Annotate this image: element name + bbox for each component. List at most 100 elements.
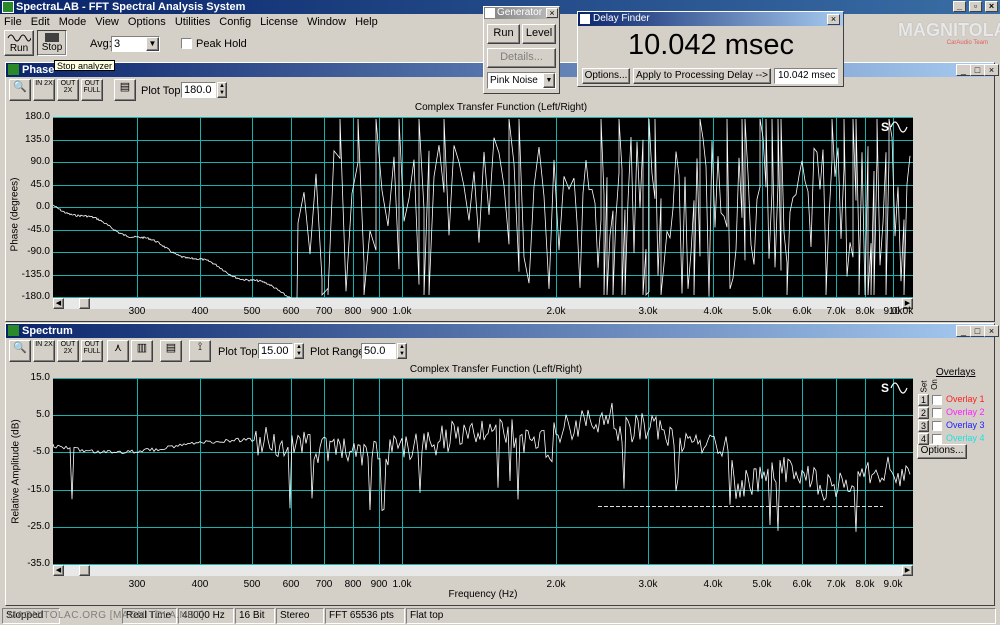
phase-x-tick: 400 [191, 306, 209, 317]
spectrum-zoom-out-icon[interactable]: OUT 2X [57, 340, 79, 362]
zoom-out-x-icon[interactable]: OUT 2X [57, 79, 79, 101]
delay-finder-close-button[interactable]: × [827, 14, 840, 25]
close-button[interactable]: × [985, 1, 998, 12]
phase-properties-icon[interactable]: ▤ [114, 79, 136, 101]
generator-close-button[interactable]: × [546, 8, 558, 18]
generator-level-label: Level [525, 27, 553, 39]
menu-utilities[interactable]: Utilities [175, 16, 210, 28]
noise-chevron-down-icon[interactable]: ▼ [543, 73, 555, 88]
watermark-main: MAGNITOLA [898, 20, 1000, 40]
menu-license[interactable]: License [260, 16, 298, 28]
scroll-left-icon[interactable]: ◀ [53, 298, 64, 309]
delay-finder-title-bar: Delay Finder [578, 12, 843, 26]
phase-minimize-button[interactable]: _ [956, 64, 971, 76]
zoom-full-icon[interactable]: OUT FULL [81, 79, 103, 101]
phase-trace [53, 118, 911, 298]
spectrum-zoom-icon[interactable]: 🔍 [9, 340, 31, 362]
phase-x-tick: 300 [128, 306, 146, 317]
spectrum-y-tick: 5.0 [36, 409, 50, 420]
overlay-on-checkbox[interactable] [932, 395, 942, 405]
spectrum-zoom-full-icon[interactable]: OUT FULL [81, 340, 103, 362]
overlay-on-checkbox[interactable] [932, 434, 942, 444]
generator-level-button[interactable]: Level [522, 24, 556, 44]
menu-options[interactable]: Options [128, 16, 166, 28]
plot-range-spinner[interactable]: ▲ ▼ [397, 343, 407, 359]
run-button[interactable]: Run [4, 30, 34, 56]
spectrum-minimize-button[interactable]: _ [956, 325, 971, 337]
phase-plot-top-label: Plot Top: [141, 85, 184, 97]
app-icon [2, 1, 14, 13]
phase-x-tick: 800 [344, 306, 362, 317]
spectrum-properties-icon[interactable]: ▤ [160, 340, 182, 362]
menu-file[interactable]: File [4, 16, 22, 28]
menu-edit[interactable]: Edit [31, 16, 50, 28]
overlay-set-button[interactable]: 2 [918, 407, 929, 419]
phase-x-tick: 5.0k [752, 306, 772, 317]
bar-mode-icon[interactable]: ▥ [131, 340, 153, 362]
phase-plot-top-input[interactable]: 180.0 [181, 82, 216, 98]
menu-help[interactable]: Help [355, 16, 378, 28]
zoom-icon[interactable]: 🔍 [9, 79, 31, 101]
range-cursor-icon[interactable]: ⟟ [189, 340, 211, 362]
svg-text:S: S [881, 381, 889, 395]
overlays-options-button[interactable]: Options... [917, 444, 967, 459]
overlay-on-checkbox[interactable] [932, 421, 942, 431]
delay-value-display: 10.042 msec [627, 29, 795, 61]
spectrum-close-button[interactable]: × [984, 325, 999, 337]
spectrum-scrollbar[interactable]: ◀ ▶ [53, 565, 913, 576]
spectrum-x-axis-label: Frequency (Hz) [448, 589, 518, 600]
spectrum-trace [53, 402, 911, 532]
spectrum-zoom-in-icon[interactable]: IN 2X [33, 340, 55, 362]
phase-plot-area[interactable]: S [53, 117, 913, 298]
phase-plot-top-spinner[interactable]: ▲ ▼ [217, 82, 227, 98]
spectrum-plot-top-spinner[interactable]: ▲ ▼ [294, 343, 304, 359]
phase-x-tick: 10.0k [888, 306, 914, 317]
menu-view[interactable]: View [95, 16, 119, 28]
generator-details-label: Details... [500, 51, 543, 63]
line-mode-icon[interactable]: ⋏ [107, 340, 129, 362]
avg-value: 3 [114, 38, 121, 50]
menu-window[interactable]: Window [307, 16, 346, 28]
plot-range-input[interactable]: 50.0 [361, 343, 396, 359]
overlays-col-set: Set [919, 380, 929, 393]
peak-hold-label: Peak Hold [196, 38, 247, 50]
phase-y-tick: -180.0 [21, 291, 50, 302]
spectrum-x-tick: 800 [344, 579, 362, 590]
phase-y-tick: -90.0 [27, 246, 50, 257]
spectrum-scroll-thumb[interactable] [79, 565, 90, 576]
phase-x-tick: 600 [282, 306, 300, 317]
spectrum-window-icon [8, 325, 19, 336]
apply-delay-button[interactable]: Apply to Processing Delay --> [633, 68, 771, 84]
phase-scrollbar[interactable]: ◀ ▶ [53, 298, 913, 309]
minimize-button[interactable]: _ [953, 1, 966, 12]
menu-mode[interactable]: Mode [59, 16, 87, 28]
overlay-set-button[interactable]: 1 [918, 394, 929, 406]
restore-button[interactable]: ▫ [969, 1, 982, 12]
chevron-down-icon[interactable]: ▼ [146, 37, 159, 51]
phase-scroll-thumb[interactable] [79, 298, 90, 309]
spectrum-y-tick: 15.0 [30, 372, 50, 383]
spectrum-y-tick: -15.0 [27, 484, 50, 495]
spectrum-scroll-left-icon[interactable]: ◀ [53, 565, 64, 576]
overlay-on-checkbox[interactable] [932, 408, 942, 418]
phase-close-button[interactable]: × [984, 64, 999, 76]
noise-type-select[interactable]: Pink Noise ▼ [487, 72, 556, 89]
delay-options-button[interactable]: Options... [582, 68, 630, 84]
spectrum-plot-top-input[interactable]: 15.00 [258, 343, 293, 359]
avg-select[interactable]: 3 ▼ [111, 36, 160, 52]
overlay-set-button[interactable]: 3 [918, 420, 929, 432]
processing-delay-field[interactable]: 10.042 msec [774, 68, 838, 84]
generator-run-button[interactable]: Run [487, 24, 520, 44]
zoom-in-x-icon[interactable]: IN 2X [33, 79, 55, 101]
menu-config[interactable]: Config [219, 16, 251, 28]
spectrum-scroll-right-icon[interactable]: ▶ [902, 565, 913, 576]
peak-hold-checkbox[interactable] [181, 38, 192, 49]
spectrum-maximize-button[interactable]: □ [970, 325, 985, 337]
avg-label: Avg: [90, 38, 112, 50]
phase-x-tick: 700 [315, 306, 333, 317]
stop-button[interactable]: Stop [37, 30, 67, 56]
phase-maximize-button[interactable]: □ [970, 64, 985, 76]
generator-details-button[interactable]: Details... [487, 48, 556, 68]
overlay-set-button[interactable]: 4 [918, 433, 929, 445]
spectrum-plot-area[interactable]: S [53, 378, 913, 565]
